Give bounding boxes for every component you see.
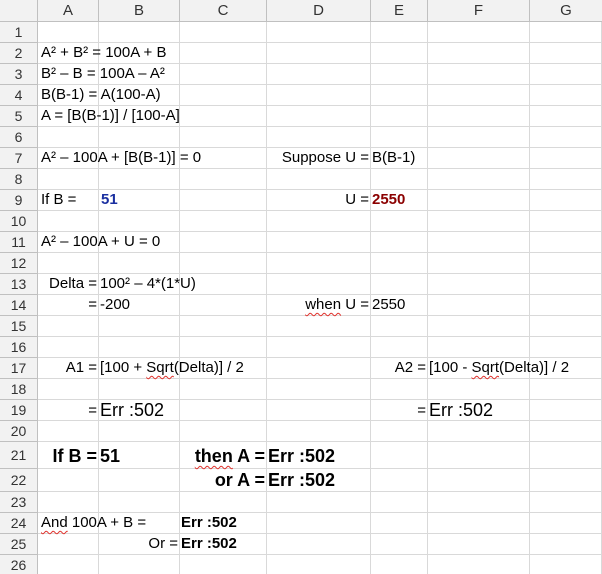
row-header-13[interactable]: 13 — [0, 274, 38, 295]
column-header-g[interactable]: G — [530, 0, 602, 22]
formula-text: [100 - — [429, 359, 472, 376]
cell-a3[interactable]: B² – B = 100A – A² — [41, 64, 165, 84]
cell-a21[interactable]: If B = — [38, 446, 97, 466]
gridline — [38, 126, 602, 127]
formula-text: (Delta)] / 2 — [499, 359, 570, 376]
gridline — [38, 168, 602, 169]
gridline — [38, 210, 602, 211]
row-header-17[interactable]: 17 — [0, 358, 38, 379]
cell-b17[interactable]: [100 + Sqrt(Delta)] / 2 — [100, 358, 244, 378]
row-header-24[interactable]: 24 — [0, 513, 38, 534]
cell-a11[interactable]: A² – 100A + U = 0 — [41, 232, 160, 252]
row-header-7[interactable]: 7 — [0, 148, 38, 169]
column-header-c[interactable]: C — [180, 0, 267, 22]
row-header-25[interactable]: 25 — [0, 534, 38, 555]
cell-a9[interactable]: If B = — [41, 190, 76, 210]
cell-a7[interactable]: A² – 100A + [B(B-1)] = 0 — [41, 148, 201, 168]
cell-d9[interactable]: U = — [267, 190, 369, 210]
cell-e7[interactable]: B(B-1) — [372, 148, 415, 168]
column-header-b[interactable]: B — [99, 0, 180, 22]
column-header-f[interactable]: F — [428, 0, 530, 22]
cell-e17[interactable]: A2 = — [371, 358, 426, 378]
row-header-1[interactable]: 1 — [0, 22, 38, 43]
row-header-9[interactable]: 9 — [0, 190, 38, 211]
row-header-14[interactable]: 14 — [0, 295, 38, 316]
gridline — [38, 468, 602, 469]
formula-text: (Delta)] / 2 — [173, 359, 244, 376]
column-header-d[interactable]: D — [267, 0, 371, 22]
row-header-21[interactable]: 21 — [0, 442, 38, 469]
gridline — [38, 554, 602, 555]
spellcheck-word: when — [305, 296, 342, 313]
gridline — [38, 336, 602, 337]
row-header-23[interactable]: 23 — [0, 492, 38, 513]
cell-e14[interactable]: 2550 — [372, 295, 405, 315]
cell-a14[interactable]: = — [38, 295, 97, 315]
row-header-11[interactable]: 11 — [0, 232, 38, 253]
select-all-corner[interactable] — [0, 0, 38, 22]
gridline — [38, 491, 602, 492]
cell-a13[interactable]: Delta = — [38, 274, 97, 294]
cell-a2[interactable]: A² + B² = 100A + B — [41, 43, 167, 63]
cell-a17[interactable]: A1 = — [38, 358, 97, 378]
row-header-12[interactable]: 12 — [0, 253, 38, 274]
spellcheck-word: Sqrt — [146, 359, 174, 376]
cell-d14-rest: U = — [341, 296, 369, 313]
cell-b9[interactable]: 51 — [101, 190, 118, 210]
row-header-26[interactable]: 26 — [0, 555, 38, 574]
cell-f17[interactable]: [100 - Sqrt(Delta)] / 2 — [429, 358, 569, 378]
cell-c21[interactable]: then A = — [180, 446, 265, 466]
column-header-a[interactable]: A — [38, 0, 99, 22]
gridline — [38, 378, 602, 379]
cell-a4[interactable]: B(B-1) = A(100-A) — [41, 85, 161, 105]
cell-f19[interactable]: Err :502 — [429, 400, 493, 420]
cell-b19[interactable]: Err :502 — [100, 400, 164, 420]
row-header-19[interactable]: 19 — [0, 400, 38, 421]
cell-a24[interactable]: And 100A + B = — [41, 513, 146, 533]
gridline — [38, 315, 602, 316]
cell-a19[interactable]: = — [38, 401, 97, 421]
cell-c25[interactable]: Err :502 — [181, 534, 237, 554]
column-header-e[interactable]: E — [371, 0, 428, 22]
row-header-22[interactable]: 22 — [0, 469, 38, 492]
cell-a24-rest: 100A + B = — [67, 514, 147, 531]
cell-b13[interactable]: 100² – 4*(1*U) — [100, 274, 196, 294]
cell-d7[interactable]: Suppose U = — [267, 148, 369, 168]
cell-b14[interactable]: -200 — [100, 295, 130, 315]
cell-c24[interactable]: Err :502 — [181, 513, 237, 533]
cell-e9[interactable]: 2550 — [372, 190, 405, 210]
row-header-15[interactable]: 15 — [0, 316, 38, 337]
gridline — [38, 252, 602, 253]
cell-d14[interactable]: when U = — [267, 295, 369, 315]
row-header-4[interactable]: 4 — [0, 85, 38, 106]
cell-d21[interactable]: Err :502 — [268, 446, 335, 466]
row-header-5[interactable]: 5 — [0, 106, 38, 127]
cell-c22[interactable]: or A = — [180, 470, 265, 490]
spreadsheet[interactable]: A B C D E F G 1 2 3 4 5 6 7 8 9 10 11 12… — [0, 0, 602, 574]
spellcheck-word: Sqrt — [471, 359, 500, 376]
spellcheck-word: And — [41, 514, 68, 531]
gridline — [38, 441, 602, 442]
spellcheck-word: then — [194, 446, 233, 466]
cell-a5[interactable]: A = [B(B-1)] / [100-A] — [41, 106, 180, 126]
row-header-8[interactable]: 8 — [0, 169, 38, 190]
cell-b21[interactable]: 51 — [100, 446, 120, 466]
row-header-10[interactable]: 10 — [0, 211, 38, 232]
cell-b25[interactable]: Or = — [99, 534, 178, 554]
cell-c21-rest: A = — [232, 446, 265, 466]
row-header-16[interactable]: 16 — [0, 337, 38, 358]
cell-e19[interactable]: = — [371, 401, 426, 421]
cell-d22[interactable]: Err :502 — [268, 470, 335, 490]
row-header-2[interactable]: 2 — [0, 43, 38, 64]
row-header-20[interactable]: 20 — [0, 421, 38, 442]
row-header-6[interactable]: 6 — [0, 127, 38, 148]
row-header-3[interactable]: 3 — [0, 64, 38, 85]
formula-text: [100 + — [100, 359, 147, 376]
row-header-18[interactable]: 18 — [0, 379, 38, 400]
gridline — [38, 420, 602, 421]
